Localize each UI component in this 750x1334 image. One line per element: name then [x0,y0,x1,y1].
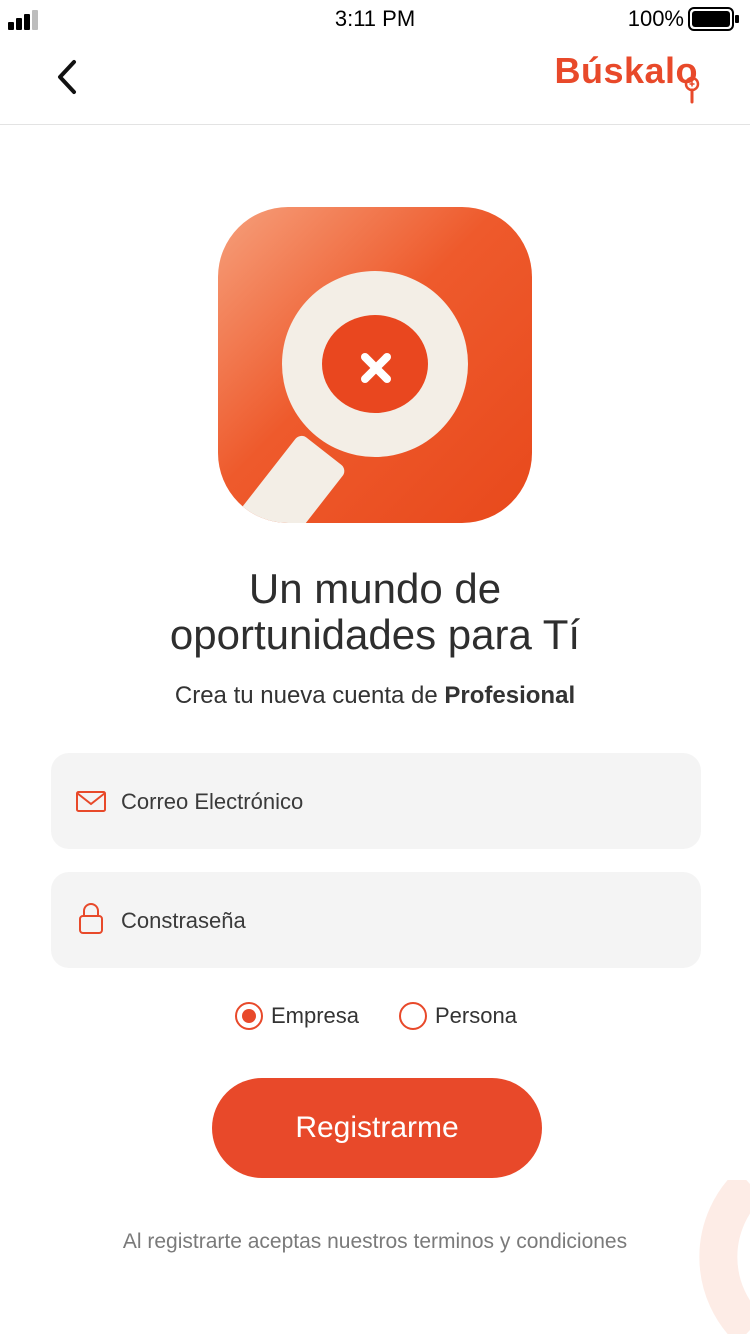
radio-persona[interactable]: Persona [399,1000,517,1032]
subtitle-account-type: Profesional [444,682,576,709]
battery-percentage: 100% [627,6,684,31]
brand-name: Búskalo [554,50,698,91]
headline: Un mundo de oportunidades para Tí [0,566,750,658]
subtitle: Crea tu nueva cuenta de Profesional [0,682,750,710]
lock-icon [79,903,103,934]
password-field[interactable]: Constraseña [51,872,701,968]
radio-persona-label: Persona [435,1003,517,1028]
email-placeholder: Correo Electrónico [121,789,304,814]
brand-logo: Búskalo [554,50,700,110]
envelope-icon [76,791,106,812]
email-field[interactable]: Correo Electrónico [51,753,701,849]
decorative-ring [699,1180,750,1334]
radio-empresa[interactable]: Empresa [235,1000,359,1032]
radio-empresa-label: Empresa [271,1003,360,1028]
headline-line-2: oportunidades para Tí [169,611,581,658]
magnifier-icon [684,76,700,104]
header: Búskalo [0,40,750,125]
battery-icon [688,7,739,31]
headline-line-1: Un mundo de [248,565,502,612]
terms-text[interactable]: Al registrarte aceptas nuestros terminos… [0,1230,750,1254]
register-button[interactable]: Registrarme [212,1078,542,1178]
status-bar: 3:11 PM 100% [0,0,750,40]
radio-empresa-indicator[interactable] [235,1002,263,1030]
radio-persona-indicator[interactable] [399,1002,427,1030]
subtitle-prefix: Crea tu nueva cuenta de [174,682,445,709]
app-icon [218,207,532,523]
password-placeholder: Constraseña [121,908,246,933]
chevron-left-icon[interactable] [48,52,88,102]
